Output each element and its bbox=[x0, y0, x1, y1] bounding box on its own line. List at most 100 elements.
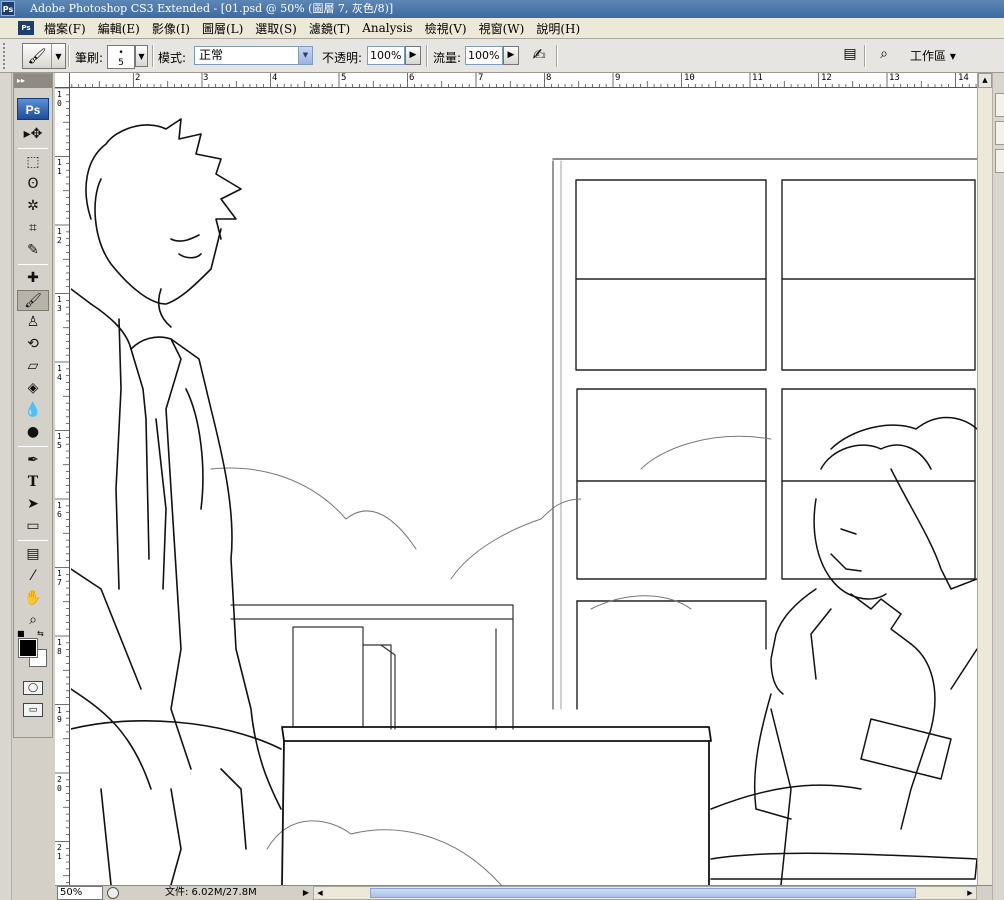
ruler-h-label: 7 bbox=[478, 73, 484, 83]
flow-slider-button[interactable]: ▶ bbox=[503, 46, 519, 65]
brush-dot-icon: • bbox=[118, 48, 124, 58]
slice-tool-icon[interactable]: ✎ bbox=[17, 240, 49, 261]
vertical-scrollbar[interactable]: ▲ bbox=[977, 73, 992, 885]
palette-well-icon[interactable]: ▤ bbox=[840, 46, 860, 66]
dodge-tool-icon[interactable]: ● bbox=[17, 422, 49, 443]
seated-figure bbox=[710, 416, 977, 885]
tool-preset-picker[interactable]: 🖌 ▼ bbox=[22, 43, 66, 69]
menu-layer[interactable]: 圖層(L) bbox=[196, 20, 249, 37]
hand-tool-icon[interactable]: ✋ bbox=[17, 588, 49, 609]
menu-edit[interactable]: 編輯(E) bbox=[92, 20, 146, 37]
menu-window[interactable]: 視窗(W) bbox=[473, 20, 531, 37]
blur-tool-icon[interactable]: 💧 bbox=[17, 400, 49, 421]
ruler-h-label: 4 bbox=[272, 73, 278, 83]
menu-analysis[interactable]: Analysis bbox=[356, 21, 418, 35]
magic-wand-tool-icon[interactable]: ✲ bbox=[17, 196, 49, 217]
screen-mode-icon[interactable]: ▭ bbox=[23, 703, 43, 717]
zoom-tool-icon[interactable]: ⌕ bbox=[17, 610, 49, 631]
ruler-origin[interactable] bbox=[55, 73, 70, 88]
ruler-h-label: 8 bbox=[546, 73, 552, 83]
tool-separator bbox=[18, 148, 48, 149]
left-dock-strip bbox=[0, 73, 12, 900]
type-tool-icon[interactable]: T bbox=[17, 472, 49, 493]
ruler-h-label: 5 bbox=[341, 73, 347, 83]
flow-input[interactable]: 100% bbox=[465, 46, 503, 65]
lasso-tool-icon[interactable]: ʘ bbox=[17, 174, 49, 195]
shape-tool-icon[interactable]: ▭ bbox=[17, 516, 49, 537]
tools-panel: ▸▸ Ps ▸✥ ⬚ ʘ ✲ ⌗ ✎ ✚ 🖌 ♙ ⟲ ▱ ◈ 💧 ● ✒ T ➤… bbox=[13, 73, 53, 738]
scroll-left-icon[interactable]: ◀ bbox=[314, 887, 326, 899]
paint-bucket-tool-icon[interactable]: ◈ bbox=[17, 378, 49, 399]
horizontal-scroll-thumb[interactable] bbox=[370, 888, 916, 898]
bridge-icon[interactable]: ⌕ bbox=[874, 46, 894, 66]
menu-filter[interactable]: 濾鏡(T) bbox=[303, 20, 356, 37]
horizontal-scrollbar[interactable]: ◀ ▶ bbox=[313, 886, 977, 900]
quick-mask-icon[interactable]: ◯ bbox=[23, 681, 43, 695]
brush-icon: 🖌 bbox=[27, 47, 47, 65]
options-bar: 🖌 ▼ 筆刷: • 5 ▼ 模式: 正常 ▼ 不透明: 100% ▶ 流量: 1… bbox=[0, 39, 1004, 73]
panel-tab[interactable] bbox=[995, 121, 1004, 145]
photoshop-logo[interactable]: Ps bbox=[17, 98, 49, 120]
options-separator bbox=[68, 45, 70, 67]
brush-tool-icon[interactable]: 🖌 bbox=[17, 290, 49, 311]
tool-separator bbox=[18, 264, 48, 265]
pen-tool-icon[interactable]: ✒ bbox=[17, 450, 49, 471]
horizontal-ruler[interactable]: 2 3 4 5 6 7 8 9 10 11 12 13 14 bbox=[55, 73, 977, 88]
ruler-h-label: 2 bbox=[135, 73, 141, 83]
opacity-input[interactable]: 100% bbox=[367, 46, 405, 65]
scroll-right-icon[interactable]: ▶ bbox=[964, 887, 976, 899]
ruler-v-label: 1 7 bbox=[57, 569, 62, 587]
foreground-color-swatch[interactable] bbox=[18, 638, 38, 658]
tools-panel-header[interactable]: ▸▸ bbox=[14, 74, 52, 88]
ruler-h-label: 3 bbox=[203, 73, 209, 83]
menu-view[interactable]: 檢視(V) bbox=[419, 20, 473, 37]
panel-tab[interactable] bbox=[995, 93, 1004, 117]
clone-stamp-tool-icon[interactable]: ♙ bbox=[17, 312, 49, 333]
notes-tool-icon[interactable]: ▤ bbox=[17, 544, 49, 565]
marquee-tool-icon[interactable]: ⬚ bbox=[17, 152, 49, 173]
airbrush-icon[interactable]: ✍ bbox=[527, 45, 551, 67]
canvas[interactable] bbox=[71, 89, 977, 885]
eraser-tool-icon[interactable]: ▱ bbox=[17, 356, 49, 377]
menu-select[interactable]: 選取(S) bbox=[249, 20, 303, 37]
ruler-v-label: 1 6 bbox=[57, 501, 62, 519]
eyedropper-tool-icon[interactable]: ⁄ bbox=[17, 566, 49, 587]
photoshop-window: Ps Adobe Photoshop CS3 Extended - [01.ps… bbox=[0, 0, 1004, 900]
vertical-ruler[interactable]: 1 0 1 1 1 2 1 3 1 4 1 5 1 6 1 7 1 8 1 9 … bbox=[55, 88, 70, 885]
crop-tool-icon[interactable]: ⌗ bbox=[17, 218, 49, 239]
vertical-ruler-ticks bbox=[55, 88, 69, 883]
history-brush-tool-icon[interactable]: ⟲ bbox=[17, 334, 49, 355]
brush-dropdown-button[interactable]: ▼ bbox=[135, 45, 148, 67]
right-dock-strip bbox=[992, 73, 1004, 900]
horizontal-ruler-ticks bbox=[64, 73, 977, 87]
brush-preset-picker[interactable]: • 5 bbox=[107, 45, 135, 69]
ruler-h-label: 13 bbox=[889, 73, 900, 83]
ruler-v-label: 1 1 bbox=[57, 158, 62, 176]
color-swatches: ■ ⇆ bbox=[15, 629, 51, 673]
status-info-icon[interactable] bbox=[107, 887, 119, 899]
move-tool-icon[interactable]: ▸✥ bbox=[17, 124, 49, 145]
ruler-v-label: 2 0 bbox=[57, 775, 62, 793]
ruler-v-label: 1 8 bbox=[57, 638, 62, 656]
menu-help[interactable]: 說明(H) bbox=[530, 20, 586, 37]
swap-colors-icon[interactable]: ⇆ bbox=[37, 629, 44, 638]
zoom-input[interactable]: 50% bbox=[57, 886, 103, 900]
options-grip[interactable] bbox=[3, 43, 8, 69]
menu-image[interactable]: 影像(I) bbox=[146, 20, 196, 37]
workspace-button[interactable]: 工作區 ▾ bbox=[910, 46, 974, 66]
desk bbox=[281, 726, 712, 885]
menu-file[interactable]: 檔案(F) bbox=[38, 20, 92, 37]
opacity-slider-button[interactable]: ▶ bbox=[405, 46, 421, 65]
window-frame bbox=[552, 158, 977, 710]
panel-tab[interactable] bbox=[995, 149, 1004, 173]
options-separator bbox=[864, 45, 866, 67]
ruler-h-label: 9 bbox=[615, 73, 621, 83]
document-icon[interactable]: Ps bbox=[18, 21, 34, 35]
scroll-up-icon[interactable]: ▲ bbox=[978, 73, 992, 88]
healing-brush-tool-icon[interactable]: ✚ bbox=[17, 268, 49, 289]
blend-mode-select[interactable]: 正常 ▼ bbox=[194, 46, 313, 65]
status-menu-arrow-icon[interactable]: ▶ bbox=[301, 887, 311, 899]
ruler-h-label: 10 bbox=[684, 73, 695, 83]
default-colors-icon[interactable]: ■ bbox=[17, 629, 25, 638]
path-selection-tool-icon[interactable]: ➤ bbox=[17, 494, 49, 515]
